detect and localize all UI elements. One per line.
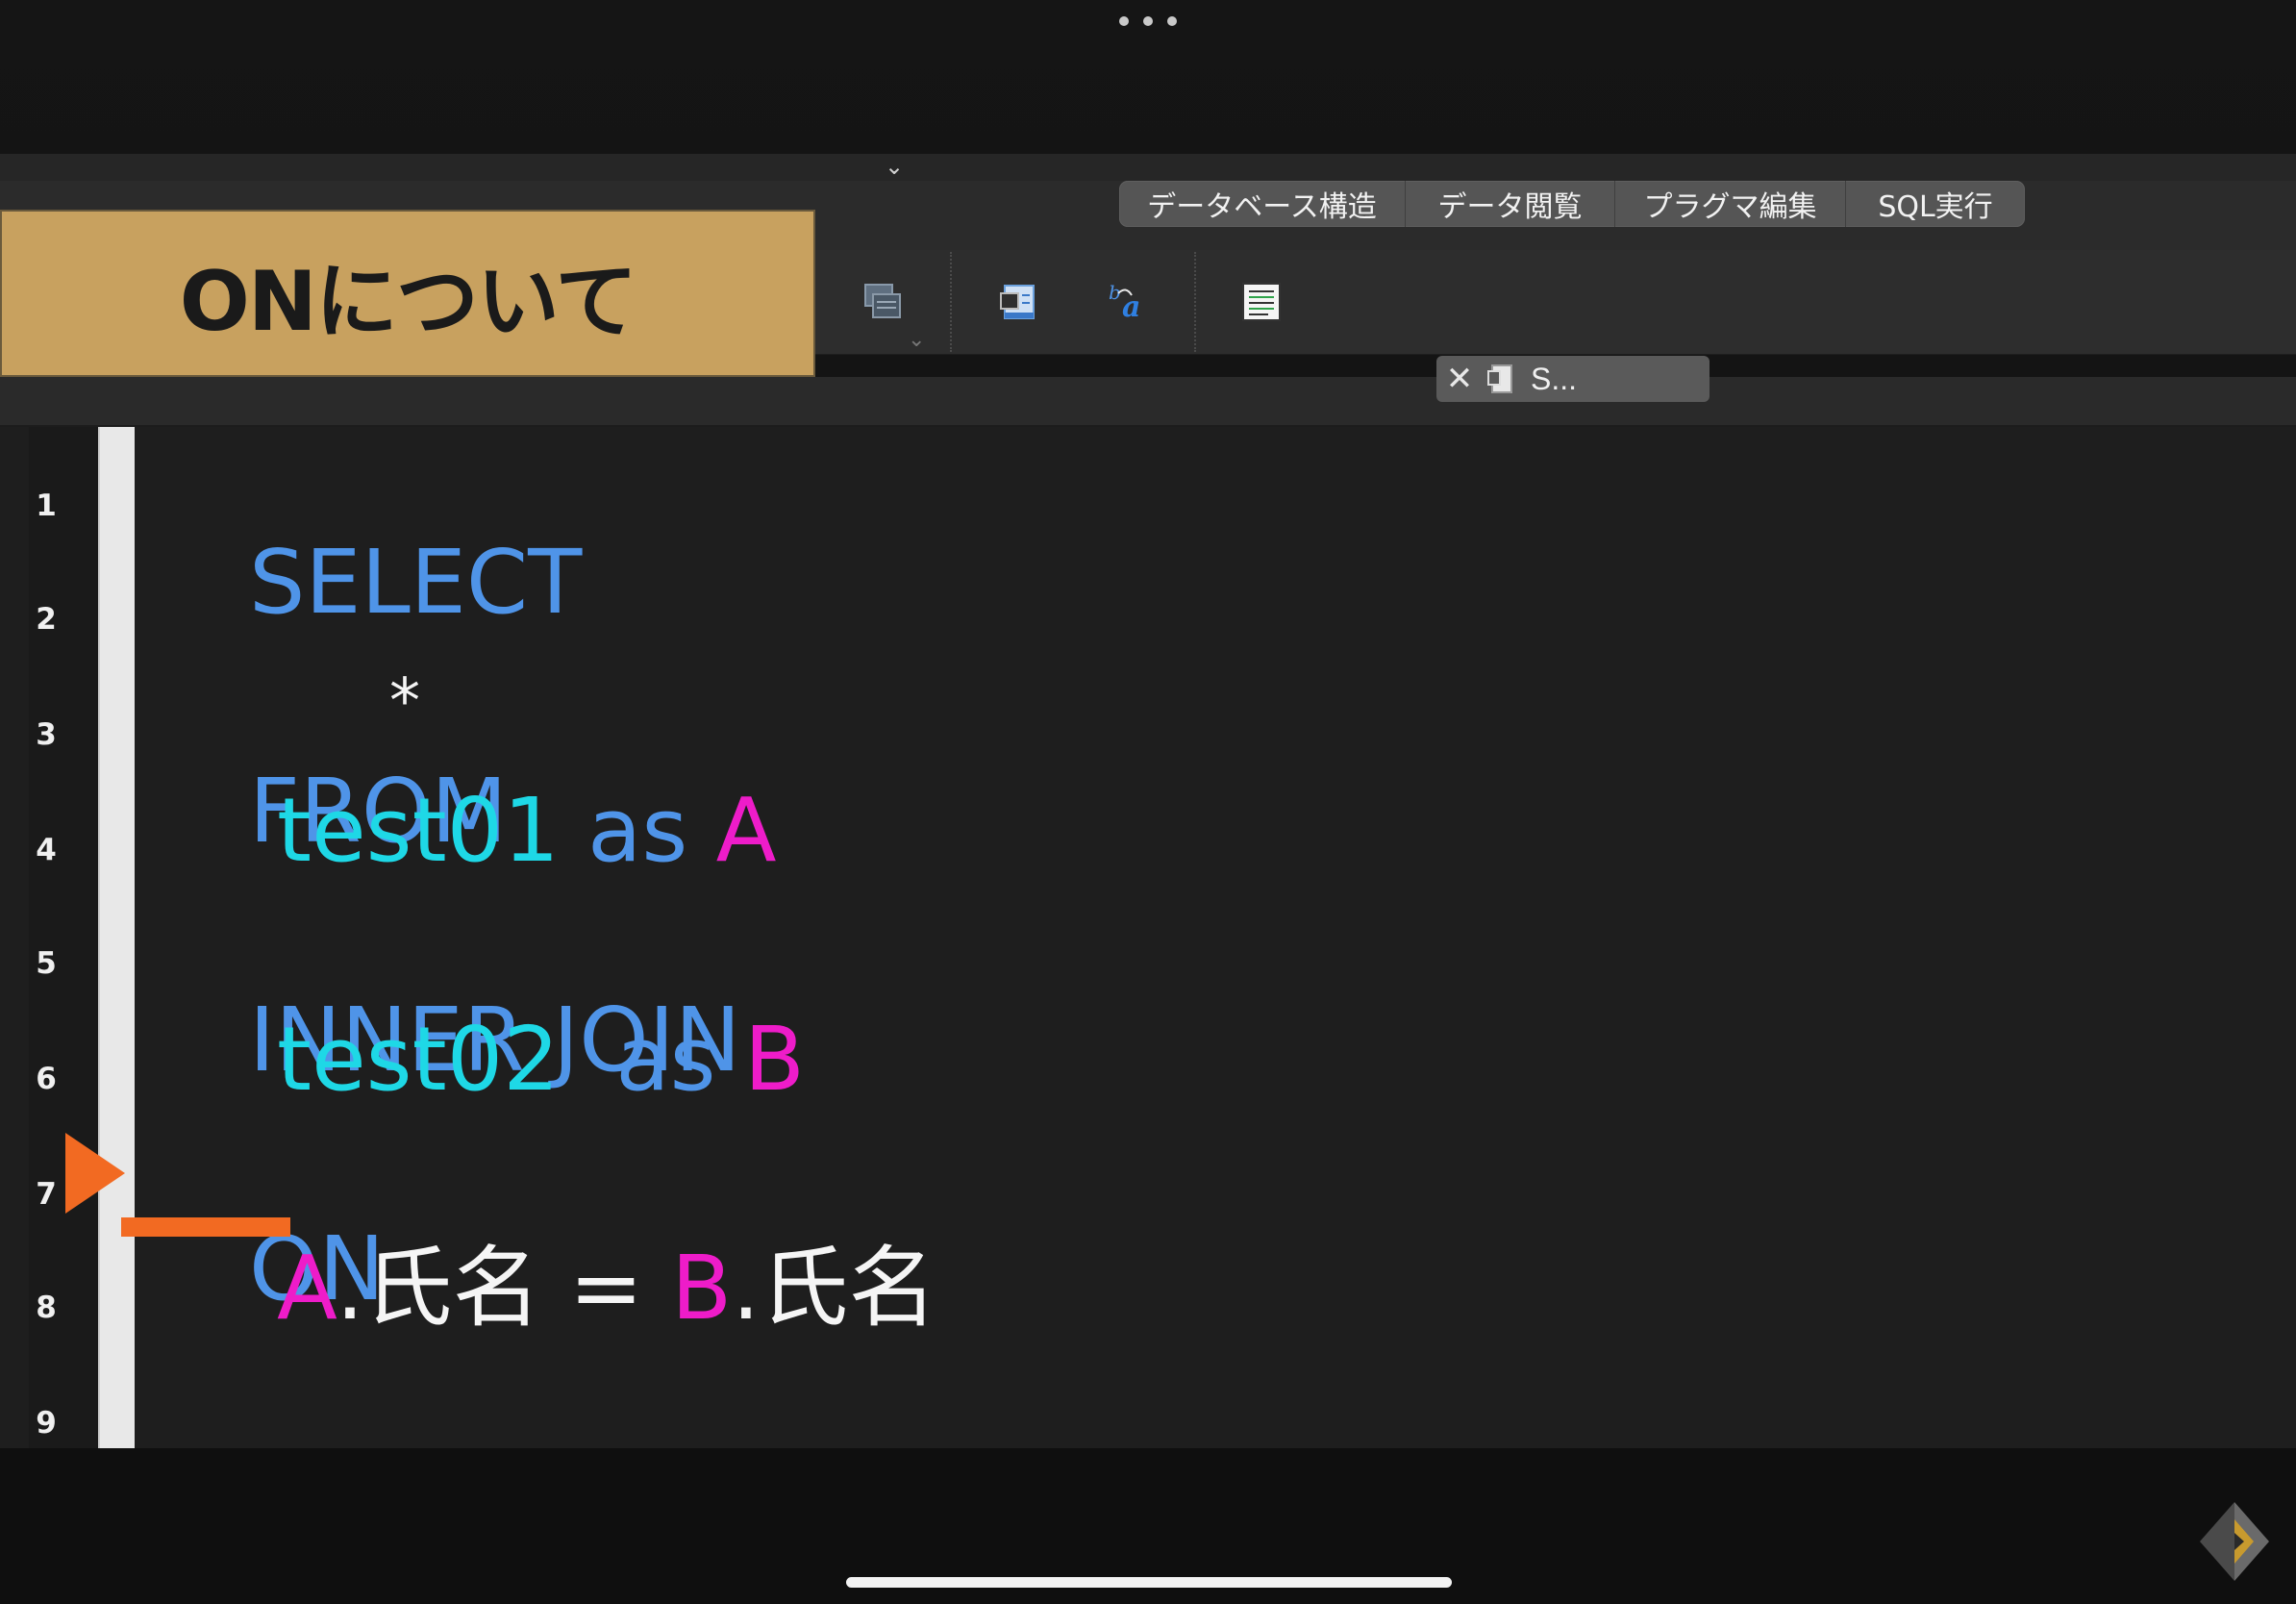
code-line-8: A.氏名 = B.氏名 (277, 1241, 937, 1337)
pointer-arrow-icon (65, 1133, 125, 1214)
document-tab-row (0, 377, 2296, 427)
home-indicator[interactable] (846, 1577, 1452, 1588)
title-banner: ONについて (0, 210, 815, 377)
alias-a: A (277, 1237, 337, 1340)
document-icon (1483, 356, 1521, 402)
screen: ⌄ データベース構造 データ閲覧 プラグマ編集 SQL実行 ⌄ b a ONにつ… (0, 0, 2296, 1604)
code-line-6: test02 as B (277, 1012, 805, 1108)
code-line-4: test01 as A (277, 783, 777, 879)
open-sql-file-icon[interactable] (990, 273, 1048, 331)
column-name: .氏名 (336, 1237, 541, 1340)
sql-document-tab-label: S... (1531, 361, 1578, 396)
dropdown-arrow-icon[interactable]: ⌄ (908, 327, 925, 352)
highlight-underline (121, 1217, 290, 1237)
tab-database-structure[interactable]: データベース構造 (1119, 181, 1406, 227)
line-number: 6 (36, 1062, 57, 1096)
line-number: 3 (36, 717, 57, 752)
keyword-as: as (615, 1008, 716, 1111)
equals-sign: = (568, 1237, 643, 1340)
toolbar-separator (950, 252, 952, 352)
line-number: 2 (36, 602, 57, 637)
table-name: test01 (277, 779, 560, 882)
toolbar-separator (1194, 252, 1196, 352)
open-tab-icon[interactable] (854, 273, 911, 331)
find-replace-icon[interactable]: b a (1100, 273, 1158, 331)
line-number: 4 (36, 833, 57, 867)
svg-text:a: a (1122, 290, 1140, 324)
tab-execute-sql[interactable]: SQL実行 (1846, 181, 2025, 227)
column-name: .氏名 (732, 1237, 937, 1340)
line-number: 5 (36, 946, 57, 981)
line-number: 1 (36, 489, 57, 523)
channel-logo-icon (2196, 1498, 2273, 1585)
tab-browse-data[interactable]: データ閲覧 (1406, 181, 1615, 227)
line-number: 7 (36, 1177, 57, 1212)
comment-icon[interactable] (1233, 273, 1290, 331)
close-icon[interactable]: ✕ (1436, 356, 1483, 402)
alias-b: B (743, 1008, 805, 1111)
fold-margin (98, 427, 135, 1448)
alias-a: A (715, 779, 777, 882)
line-number: 8 (36, 1291, 57, 1325)
window-chrome (0, 154, 2296, 182)
alias-b: B (671, 1237, 733, 1340)
table-name: test02 (277, 1008, 560, 1111)
tab-edit-pragmas[interactable]: プラグマ編集 (1615, 181, 1846, 227)
more-options-icon[interactable] (1119, 13, 1177, 29)
sql-document-tab[interactable]: ✕ S... (1436, 356, 1710, 402)
main-tabs: データベース構造 データ閲覧 プラグマ編集 SQL実行 (1119, 181, 2025, 227)
chevron-down-icon[interactable]: ⌄ (881, 154, 908, 181)
title-banner-text: ONについて (179, 253, 638, 350)
keyword-as: as (587, 779, 688, 882)
line-number: 9 (36, 1406, 57, 1441)
